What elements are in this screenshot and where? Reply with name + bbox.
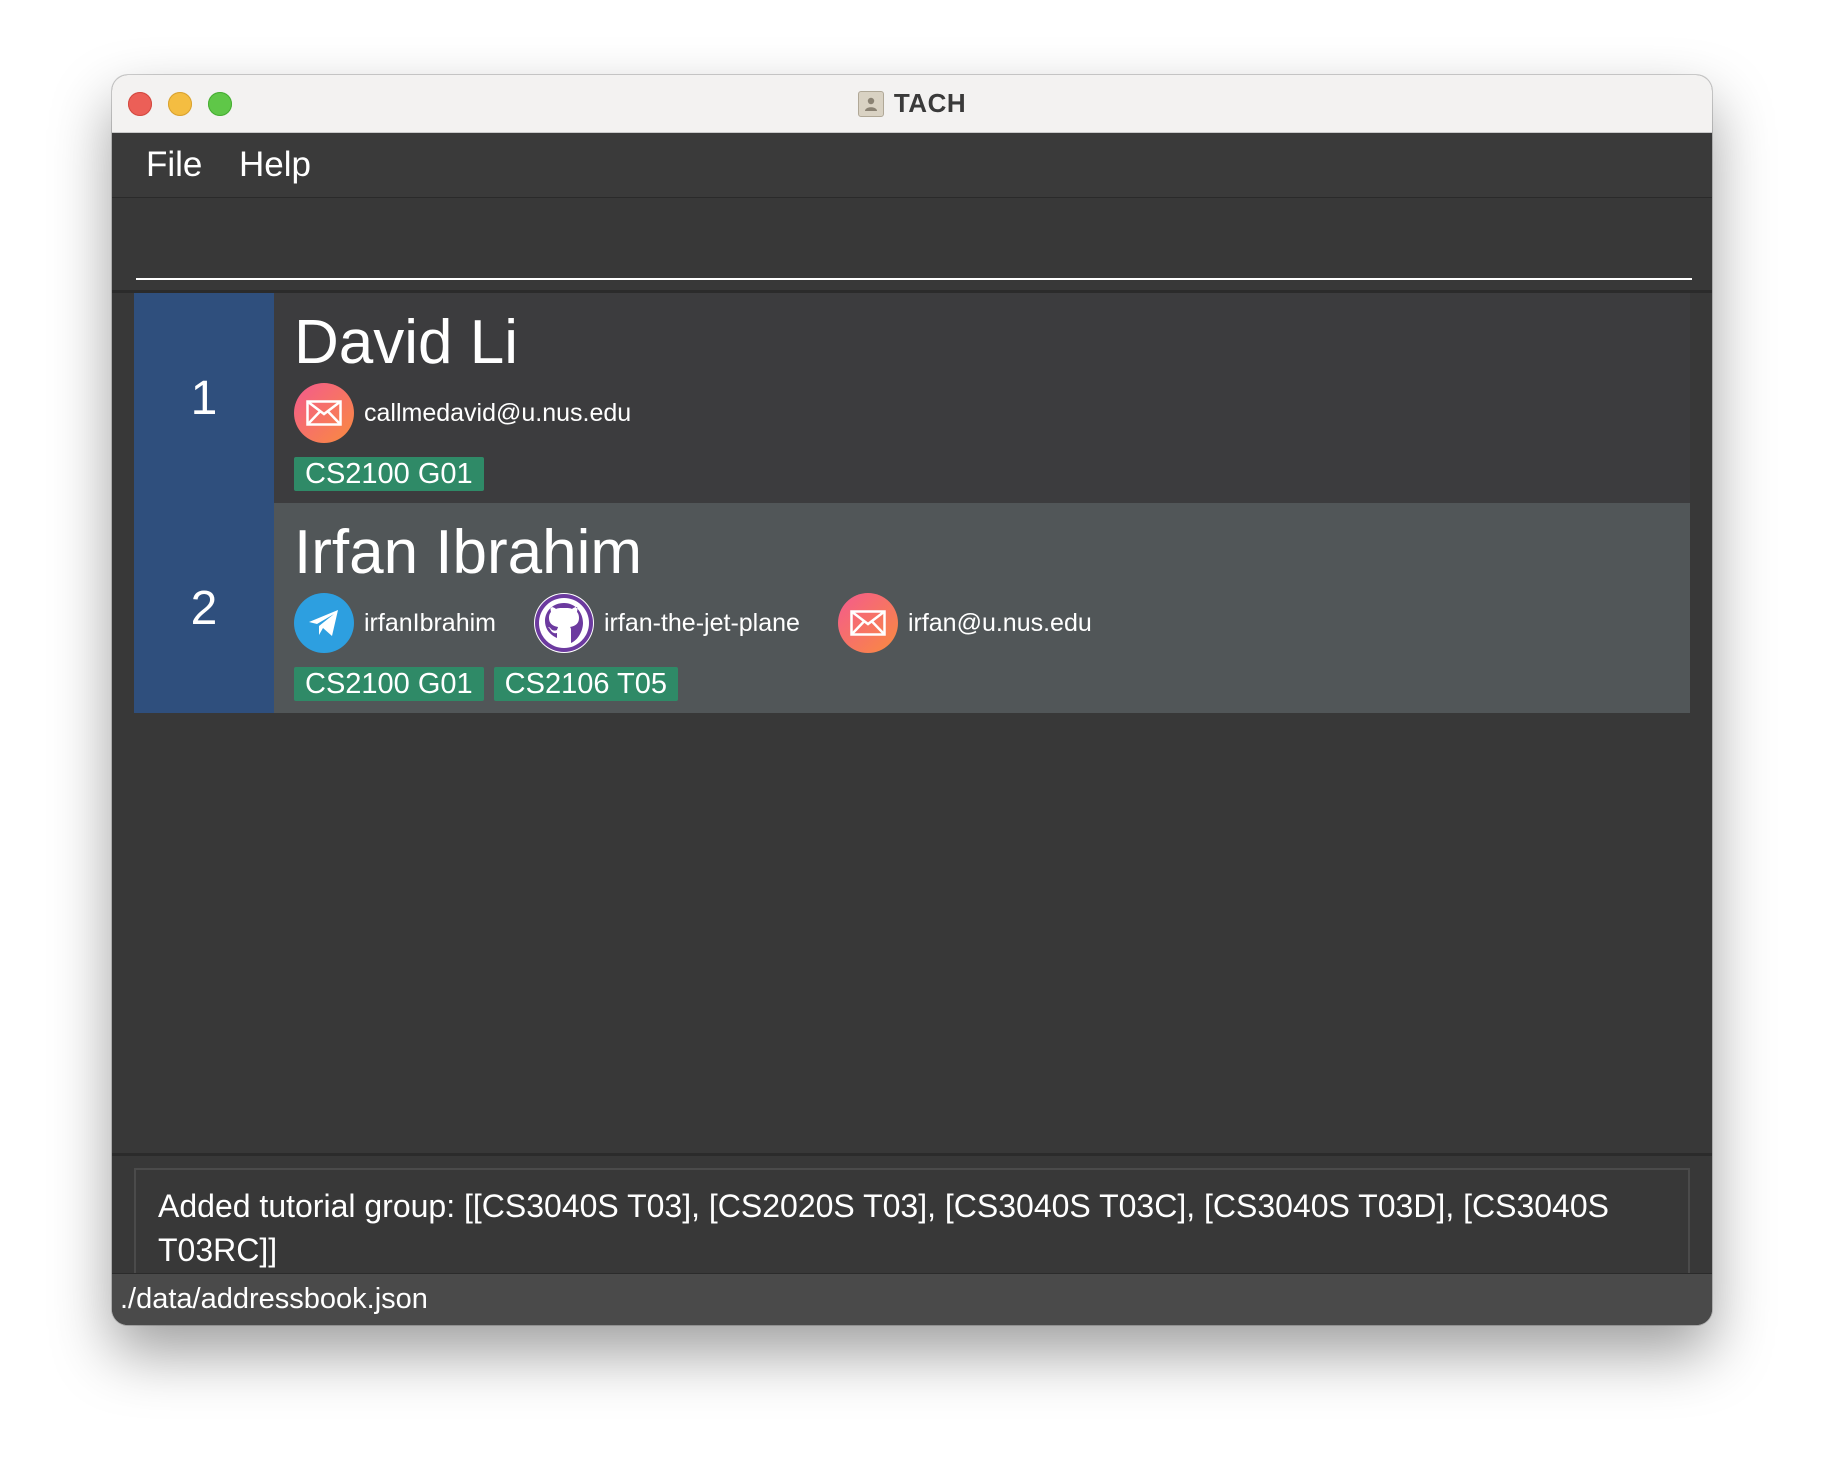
- contact-email: irfan@u.nus.edu: [837, 593, 1092, 653]
- contact-card-icon: [857, 90, 884, 117]
- contact-email: callmedavid@u.nus.edu: [294, 383, 631, 443]
- contact-list: callmedavid@u.nus.edu: [294, 383, 669, 443]
- tag-list: CS2100 G01 CS2106 T05: [294, 667, 688, 701]
- contact-list: irfanIbrahim irfan-the-jet-plane irfan@u…: [294, 593, 1130, 653]
- email-text[interactable]: irfan@u.nus.edu: [908, 609, 1092, 638]
- telegram-icon: [294, 593, 354, 653]
- tutorial-tag: CS2106 T05: [493, 667, 678, 701]
- contact-telegram: irfanIbrahim: [294, 593, 496, 653]
- email-icon: [294, 383, 354, 443]
- save-location-path: ./data/addressbook.json: [120, 1283, 428, 1315]
- person-index: 2: [134, 503, 274, 713]
- command-input[interactable]: [136, 198, 1692, 280]
- person-card[interactable]: 1 David Li callmedavid@u.nus.edu CS2100 …: [134, 293, 1690, 503]
- window-title-group: TACH: [112, 75, 1712, 132]
- command-box: [112, 198, 1712, 293]
- menu-help[interactable]: Help: [239, 145, 311, 185]
- github-text[interactable]: irfan-the-jet-plane: [604, 609, 800, 638]
- window-title: TACH: [893, 88, 967, 118]
- email-text[interactable]: callmedavid@u.nus.edu: [364, 399, 631, 428]
- tutorial-tag: CS2100 G01: [294, 667, 484, 701]
- person-name: David Li: [294, 308, 518, 377]
- github-icon: [534, 593, 594, 653]
- tutorial-tag: CS2100 G01: [294, 457, 484, 491]
- email-icon: [837, 593, 898, 653]
- menu-bar: File Help: [112, 133, 1712, 198]
- telegram-text[interactable]: irfanIbrahim: [364, 609, 496, 638]
- contact-github: irfan-the-jet-plane: [534, 593, 800, 653]
- title-bar: TACH: [112, 75, 1712, 133]
- person-index: 1: [134, 293, 274, 503]
- menu-file[interactable]: File: [146, 145, 202, 185]
- person-name: Irfan Ibrahim: [294, 518, 643, 587]
- status-bar: ./data/addressbook.json: [112, 1273, 1712, 1325]
- tag-list: CS2100 G01: [294, 457, 494, 491]
- person-list[interactable]: 1 David Li callmedavid@u.nus.edu CS2100 …: [112, 293, 1712, 1153]
- app-window: TACH File Help 1 David Li callmedavid@u.…: [112, 75, 1712, 1325]
- person-card[interactable]: 2 Irfan Ibrahim irfanIbrahim irfan-the-j…: [134, 503, 1690, 713]
